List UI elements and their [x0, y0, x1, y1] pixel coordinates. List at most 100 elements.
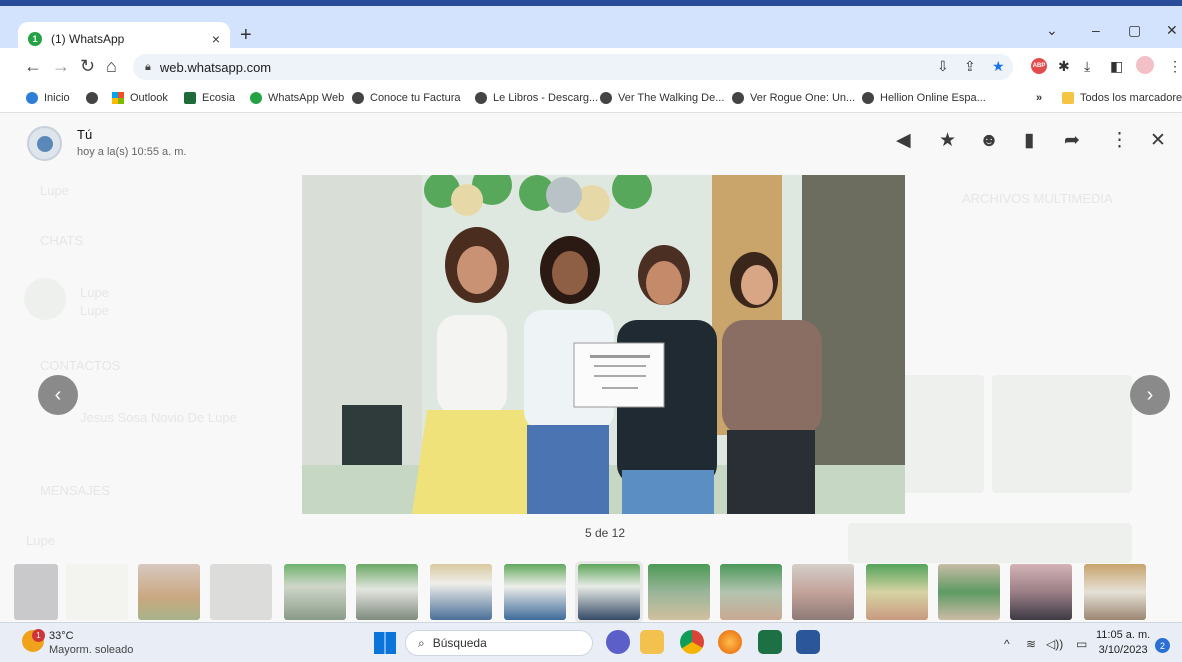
- bookmark-walking-dead[interactable]: Ver The Walking De...: [600, 92, 724, 104]
- close-viewer-icon[interactable]: ✕: [1150, 130, 1166, 152]
- weather-condition: Mayorm. soleado: [49, 644, 134, 656]
- media-thumbnail[interactable]: [1084, 564, 1146, 620]
- bookmark-outlook[interactable]: Outlook: [112, 92, 168, 104]
- profile-avatar[interactable]: [1136, 56, 1154, 74]
- side-panel-icon[interactable]: ◧: [1110, 58, 1123, 75]
- all-bookmarks-folder[interactable]: Todos los marcadores: [1062, 92, 1182, 104]
- bookmark-hellion[interactable]: Hellion Online Espa...: [862, 92, 986, 104]
- media-thumbnail[interactable]: [792, 564, 854, 620]
- delete-trash-icon[interactable]: ▮: [1024, 130, 1034, 152]
- word-app-icon[interactable]: [796, 630, 820, 654]
- minimize-button[interactable]: –: [1092, 22, 1100, 38]
- browser-menu-icon[interactable]: ⋮: [1168, 58, 1182, 75]
- media-thumbnail[interactable]: [66, 564, 128, 620]
- taskbar-search-label: Búsqueda: [432, 636, 487, 650]
- media-thumbnail[interactable]: [720, 564, 782, 620]
- reply-icon[interactable]: ◀: [896, 130, 911, 152]
- tray-overflow-chevron-icon[interactable]: ^: [1004, 637, 1010, 651]
- bookmark-conoce-factura[interactable]: Conoce tu Factura: [352, 92, 461, 104]
- react-emoji-icon[interactable]: ☻: [979, 130, 999, 152]
- more-menu-icon[interactable]: ⋮: [1110, 130, 1129, 152]
- bg-chat-name: Lupe: [80, 285, 109, 300]
- bookmarks-more-button[interactable]: »: [1036, 92, 1042, 104]
- new-tab-button[interactable]: +: [240, 24, 252, 47]
- media-thumbnail[interactable]: [138, 564, 200, 620]
- microsoft-icon: [112, 92, 124, 104]
- tab-strip: 1 (1) WhatsApp × + ⌄ – ▢ ✕: [0, 6, 1182, 56]
- media-thumbnail[interactable]: [356, 564, 418, 620]
- forward-icon[interactable]: ➦: [1064, 130, 1080, 152]
- taskbar-search[interactable]: ⌕ Búsqueda: [405, 630, 593, 656]
- adblock-extension-icon[interactable]: ABP: [1031, 58, 1047, 74]
- tab-search-chevron-icon[interactable]: ⌄: [1046, 22, 1058, 39]
- home-icon[interactable]: ⌂: [106, 56, 117, 77]
- address-bar[interactable]: 🔒︎ web.whatsapp.com: [133, 54, 1013, 80]
- media-thumbnail[interactable]: [504, 564, 566, 620]
- media-thumbnail[interactable]: [1010, 564, 1072, 620]
- bg-message-from: Lupe: [26, 533, 55, 548]
- bookmark-rogue-one[interactable]: Ver Rogue One: Un...: [732, 92, 855, 104]
- sender-avatar: [27, 126, 62, 161]
- folder-icon: [1062, 92, 1074, 104]
- bg-search-text: Lupe: [40, 183, 69, 198]
- reload-icon[interactable]: ↻: [80, 56, 95, 77]
- next-media-button[interactable]: ›: [1130, 375, 1170, 415]
- weather-temp: 33°C: [49, 630, 74, 642]
- forward-arrow-icon[interactable]: →: [52, 56, 70, 77]
- sender-name: Tú: [77, 127, 93, 142]
- bg-section-chats: CHATS: [40, 233, 84, 248]
- bookmark-inicio[interactable]: Inicio: [26, 92, 70, 104]
- bookmark-whatsapp-web[interactable]: WhatsApp Web: [250, 92, 344, 104]
- maximize-button[interactable]: ▢: [1128, 22, 1141, 39]
- excel-app-icon[interactable]: [758, 630, 782, 654]
- file-explorer-icon[interactable]: [640, 630, 664, 654]
- globe-icon: [86, 92, 98, 104]
- tab-title: (1) WhatsApp: [51, 32, 125, 46]
- media-counter: 5 de 12: [584, 526, 626, 540]
- bookmark-le-libros[interactable]: Le Libros - Descarg...: [475, 92, 598, 104]
- taskbar-clock[interactable]: 11:05 a. m. 3/10/2023: [1096, 628, 1150, 658]
- whatsapp-icon: [250, 92, 262, 104]
- battery-icon[interactable]: ▭: [1076, 637, 1087, 651]
- install-app-icon[interactable]: ⇩: [937, 58, 949, 75]
- globe-icon: [475, 92, 487, 104]
- bg-contact-name: Jesus Sosa Novio De Lupe: [80, 410, 237, 425]
- tab-close-button[interactable]: ×: [212, 31, 220, 47]
- firefox-app-icon[interactable]: [718, 630, 742, 654]
- wifi-icon[interactable]: ≋: [1026, 637, 1036, 651]
- media-thumbnail[interactable]: [210, 564, 272, 620]
- bookmark-ecosia[interactable]: Ecosia: [184, 92, 235, 104]
- media-thumbnail[interactable]: [284, 564, 346, 620]
- windows-start-icon[interactable]: [374, 632, 396, 654]
- url-text: web.whatsapp.com: [159, 59, 272, 75]
- bookmark-globe[interactable]: [86, 92, 104, 104]
- bookmark-star-icon[interactable]: ★: [992, 58, 1005, 75]
- media-thumbnail[interactable]: [648, 564, 710, 620]
- media-thumbnail[interactable]: [430, 564, 492, 620]
- window-close-button[interactable]: ✕: [1166, 22, 1178, 39]
- bg-chat-avatar: [24, 278, 66, 320]
- bg-chat-sub: Lupe: [80, 303, 109, 318]
- star-icon[interactable]: ★: [939, 130, 956, 152]
- message-time: hoy a la(s) 10:55 a. m.: [77, 146, 187, 158]
- notification-badge[interactable]: 2: [1155, 638, 1170, 653]
- volume-icon[interactable]: ◁)): [1046, 637, 1063, 651]
- share-icon[interactable]: ⇪: [964, 58, 976, 75]
- weather-badge: 1: [32, 629, 45, 642]
- media-thumbnail[interactable]: [14, 564, 58, 620]
- bg-section-messages: MENSAJES: [40, 483, 111, 498]
- clock-date: 3/10/2023: [1098, 644, 1148, 656]
- back-arrow-icon[interactable]: ←: [24, 56, 42, 77]
- teams-chat-icon[interactable]: [606, 630, 630, 654]
- extensions-puzzle-icon[interactable]: ✱: [1058, 58, 1070, 75]
- media-thumbnail[interactable]: [866, 564, 928, 620]
- downloads-icon[interactable]: ⤓: [1084, 58, 1090, 75]
- media-thumbnail-selected[interactable]: [575, 561, 643, 623]
- chrome-app-icon[interactable]: [680, 630, 704, 654]
- clock-time: 11:05 a. m.: [1096, 629, 1151, 641]
- globe-icon: [600, 92, 612, 104]
- lock-icon: 🔒︎: [145, 60, 151, 73]
- address-toolbar: ← → ↻ ⌂ 🔒︎ web.whatsapp.com ⇩ ⇪ ★ ✱ ⤓ ◧ …: [0, 48, 1182, 86]
- media-thumbnail[interactable]: [938, 564, 1000, 620]
- previous-media-button[interactable]: ‹: [38, 375, 78, 415]
